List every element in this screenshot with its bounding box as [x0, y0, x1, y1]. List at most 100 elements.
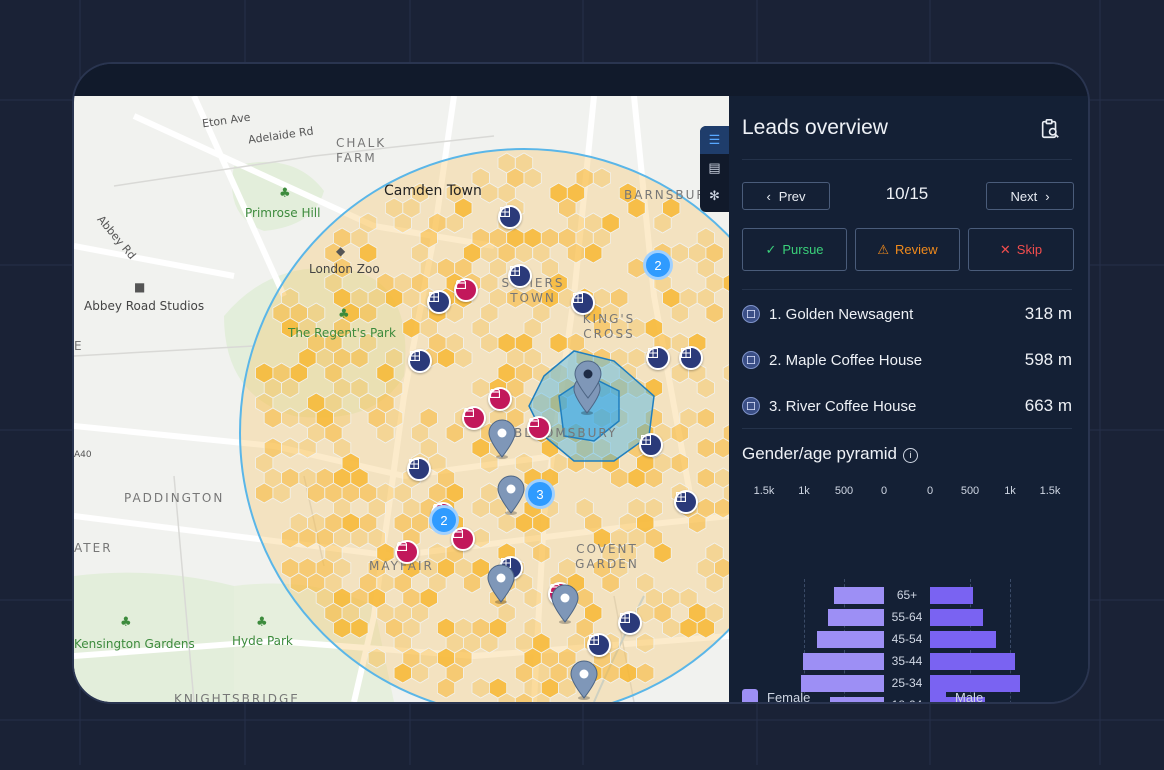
age-group-label: 25-34 — [891, 676, 923, 690]
axis-tick-label: 500 — [960, 485, 980, 497]
building-marker-icon[interactable] — [646, 346, 670, 370]
female-bar[interactable] — [828, 609, 884, 626]
age-group-label: 18-24 — [884, 698, 930, 702]
building-marker-icon[interactable] — [408, 349, 432, 373]
female-bar[interactable] — [816, 631, 884, 648]
panel-title: Leads overview — [742, 116, 888, 139]
label-chalk-farm: CHALK FARM — [336, 136, 387, 165]
building-marker-icon[interactable] — [679, 346, 703, 370]
female-bar[interactable] — [833, 587, 884, 604]
zoo-icon: ◆ — [336, 244, 346, 258]
label-regents-park: The Regent's Park — [288, 326, 396, 340]
prev-button[interactable]: ‹ Prev — [742, 182, 830, 210]
female-bar[interactable] — [800, 675, 884, 692]
document-icon[interactable]: ▤ — [700, 154, 729, 182]
label-e: E — [74, 339, 84, 353]
building-icon — [742, 305, 760, 323]
list-icon[interactable]: ☰ — [700, 126, 729, 154]
legend-female: Female — [742, 689, 810, 702]
location-pin-icon[interactable] — [487, 419, 517, 459]
shop-marker-icon[interactable] — [395, 540, 419, 564]
building-icon — [742, 351, 760, 369]
close-icon: ✕ — [999, 241, 1011, 257]
axis-tick-label: 1.5k — [753, 485, 775, 497]
label-ater: ATER — [74, 541, 113, 555]
chart-title: Gender/age pyramid i — [742, 444, 918, 464]
app-window: Eton Ave Adelaide Rd CHALK FARM Camden T… — [74, 64, 1088, 702]
label-kensington-gardens: Kensington Gardens — [74, 637, 195, 651]
location-pin-icon[interactable] — [569, 660, 599, 700]
location-pin-icon[interactable] — [550, 584, 580, 624]
label-paddington: PADDINGTON — [124, 491, 225, 505]
age-group-label: 65+ — [896, 588, 918, 602]
review-button[interactable]: ⚠ Review — [855, 228, 960, 271]
divider — [742, 159, 1072, 160]
male-bar[interactable] — [930, 631, 996, 648]
label-barnsbury: BARNSBUR — [624, 188, 707, 202]
cluster-badge[interactable]: 3 — [525, 479, 555, 509]
label-abbey-road-studios: Abbey Road Studios — [84, 299, 205, 313]
shop-marker-icon[interactable] — [488, 387, 512, 411]
shop-marker-icon[interactable] — [454, 278, 478, 302]
warning-icon: ⚠ — [877, 241, 890, 257]
camera-icon: ■ — [134, 280, 146, 294]
male-bar[interactable] — [930, 609, 983, 626]
location-pin-icon[interactable] — [486, 564, 516, 604]
location-pin-icon[interactable] — [496, 475, 526, 515]
divider — [742, 289, 1072, 290]
label-kings-cross: KING'S CROSS — [582, 312, 636, 341]
label-london-zoo: London Zoo — [309, 262, 380, 276]
tree-icon: ♣ — [279, 186, 291, 201]
tree-icon: ♣ — [120, 615, 132, 630]
building-marker-icon[interactable] — [498, 205, 522, 229]
map-toolbar: ☰ ▤ ✻ — [700, 126, 729, 212]
axis-tick-label: 1k — [798, 485, 810, 497]
building-marker-icon[interactable] — [571, 291, 595, 315]
label-covent-garden: COVENT GARDEN — [575, 542, 639, 571]
building-marker-icon[interactable] — [508, 264, 532, 288]
male-bar[interactable] — [930, 587, 974, 604]
leads-panel: Leads overview ‹ Prev 10/15 Next › ✓ Pur… — [729, 96, 1088, 702]
female-bar[interactable] — [829, 697, 884, 702]
building-marker-icon[interactable] — [587, 633, 611, 657]
lead-item[interactable]: 1. Golden Newsagent 318 m — [742, 302, 1072, 326]
lead-item[interactable]: 2. Maple Coffee House 598 m — [742, 348, 1072, 372]
settings-icon[interactable]: ✻ — [700, 182, 729, 210]
skip-button[interactable]: ✕ Skip — [968, 228, 1074, 271]
tree-icon: ♣ — [338, 307, 350, 322]
cluster-badge[interactable]: 2 — [643, 250, 673, 280]
next-button[interactable]: Next › — [986, 182, 1074, 210]
chevron-right-icon: › — [1045, 188, 1050, 204]
chevron-left-icon: ‹ — [766, 188, 771, 204]
lead-item[interactable]: 3. River Coffee House 663 m — [742, 394, 1072, 418]
building-marker-icon[interactable] — [407, 457, 431, 481]
pursue-button[interactable]: ✓ Pursue — [742, 228, 847, 271]
building-marker-icon[interactable] — [639, 433, 663, 457]
label-hyde-park: Hyde Park — [232, 634, 293, 648]
building-marker-icon[interactable] — [618, 611, 642, 635]
check-icon: ✓ — [765, 241, 777, 257]
map-view[interactable]: Eton Ave Adelaide Rd CHALK FARM Camden T… — [74, 96, 729, 702]
label-knightsbridge: KNIGHTSBRIDGE — [174, 692, 300, 702]
axis-tick-label: 0 — [880, 485, 888, 497]
age-group-label: 35-44 — [891, 654, 923, 668]
info-icon[interactable]: i — [902, 448, 918, 463]
label-camden-town: Camden Town — [384, 183, 482, 199]
age-group-label: 45-54 — [891, 632, 923, 646]
building-marker-icon[interactable] — [674, 490, 698, 514]
legend-swatch — [742, 689, 758, 702]
building-icon — [742, 397, 760, 415]
age-group-label: 55-64 — [891, 610, 923, 624]
axis-tick-label: 0 — [926, 485, 934, 497]
male-bar[interactable] — [930, 653, 1015, 670]
clipboard-search-icon[interactable] — [1039, 118, 1061, 140]
axis-tick-label: 500 — [834, 485, 854, 497]
label-primrose-hill: Primrose Hill — [245, 206, 321, 220]
active-lead-pin-icon[interactable] — [573, 360, 603, 400]
shop-marker-icon[interactable] — [462, 406, 486, 430]
female-bar[interactable] — [803, 653, 884, 670]
shop-marker-icon[interactable] — [527, 416, 551, 440]
legend-swatch — [930, 689, 946, 702]
cluster-badge[interactable]: 2 — [429, 505, 459, 535]
building-marker-icon[interactable] — [427, 290, 451, 314]
